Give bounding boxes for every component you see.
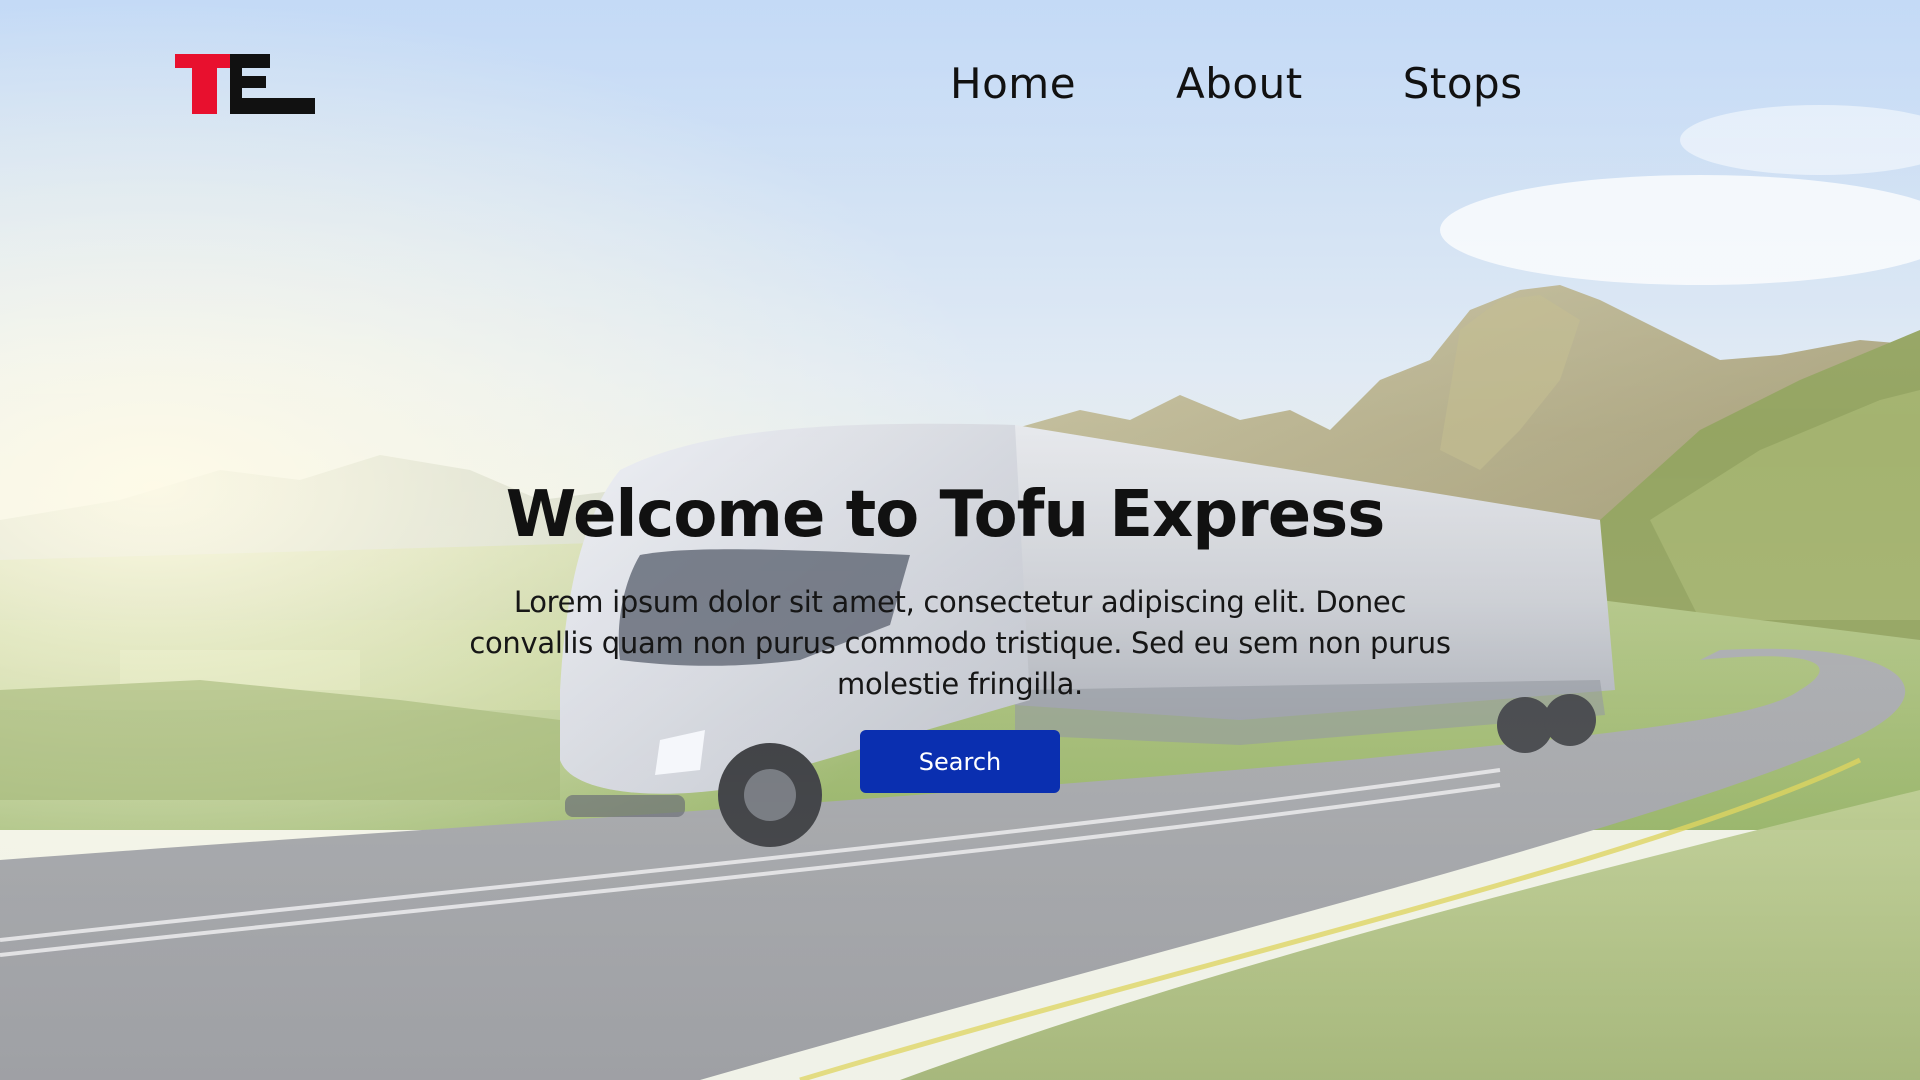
hero-description: Lorem ipsum dolor sit amet, consectetur …: [469, 585, 1451, 701]
search-button[interactable]: Search: [860, 730, 1060, 793]
nav-home-link[interactable]: Home: [950, 56, 1076, 112]
nav-about-link[interactable]: About: [1176, 56, 1303, 112]
landing-page: Home About Stops Welcome to Tofu Express…: [0, 0, 1920, 1080]
nav-stops-link[interactable]: Stops: [1403, 56, 1523, 112]
tofu-express-logo[interactable]: [175, 54, 315, 114]
hero-title: Welcome to Tofu Express: [505, 478, 1386, 552]
main-nav: Home About Stops: [950, 56, 1523, 112]
